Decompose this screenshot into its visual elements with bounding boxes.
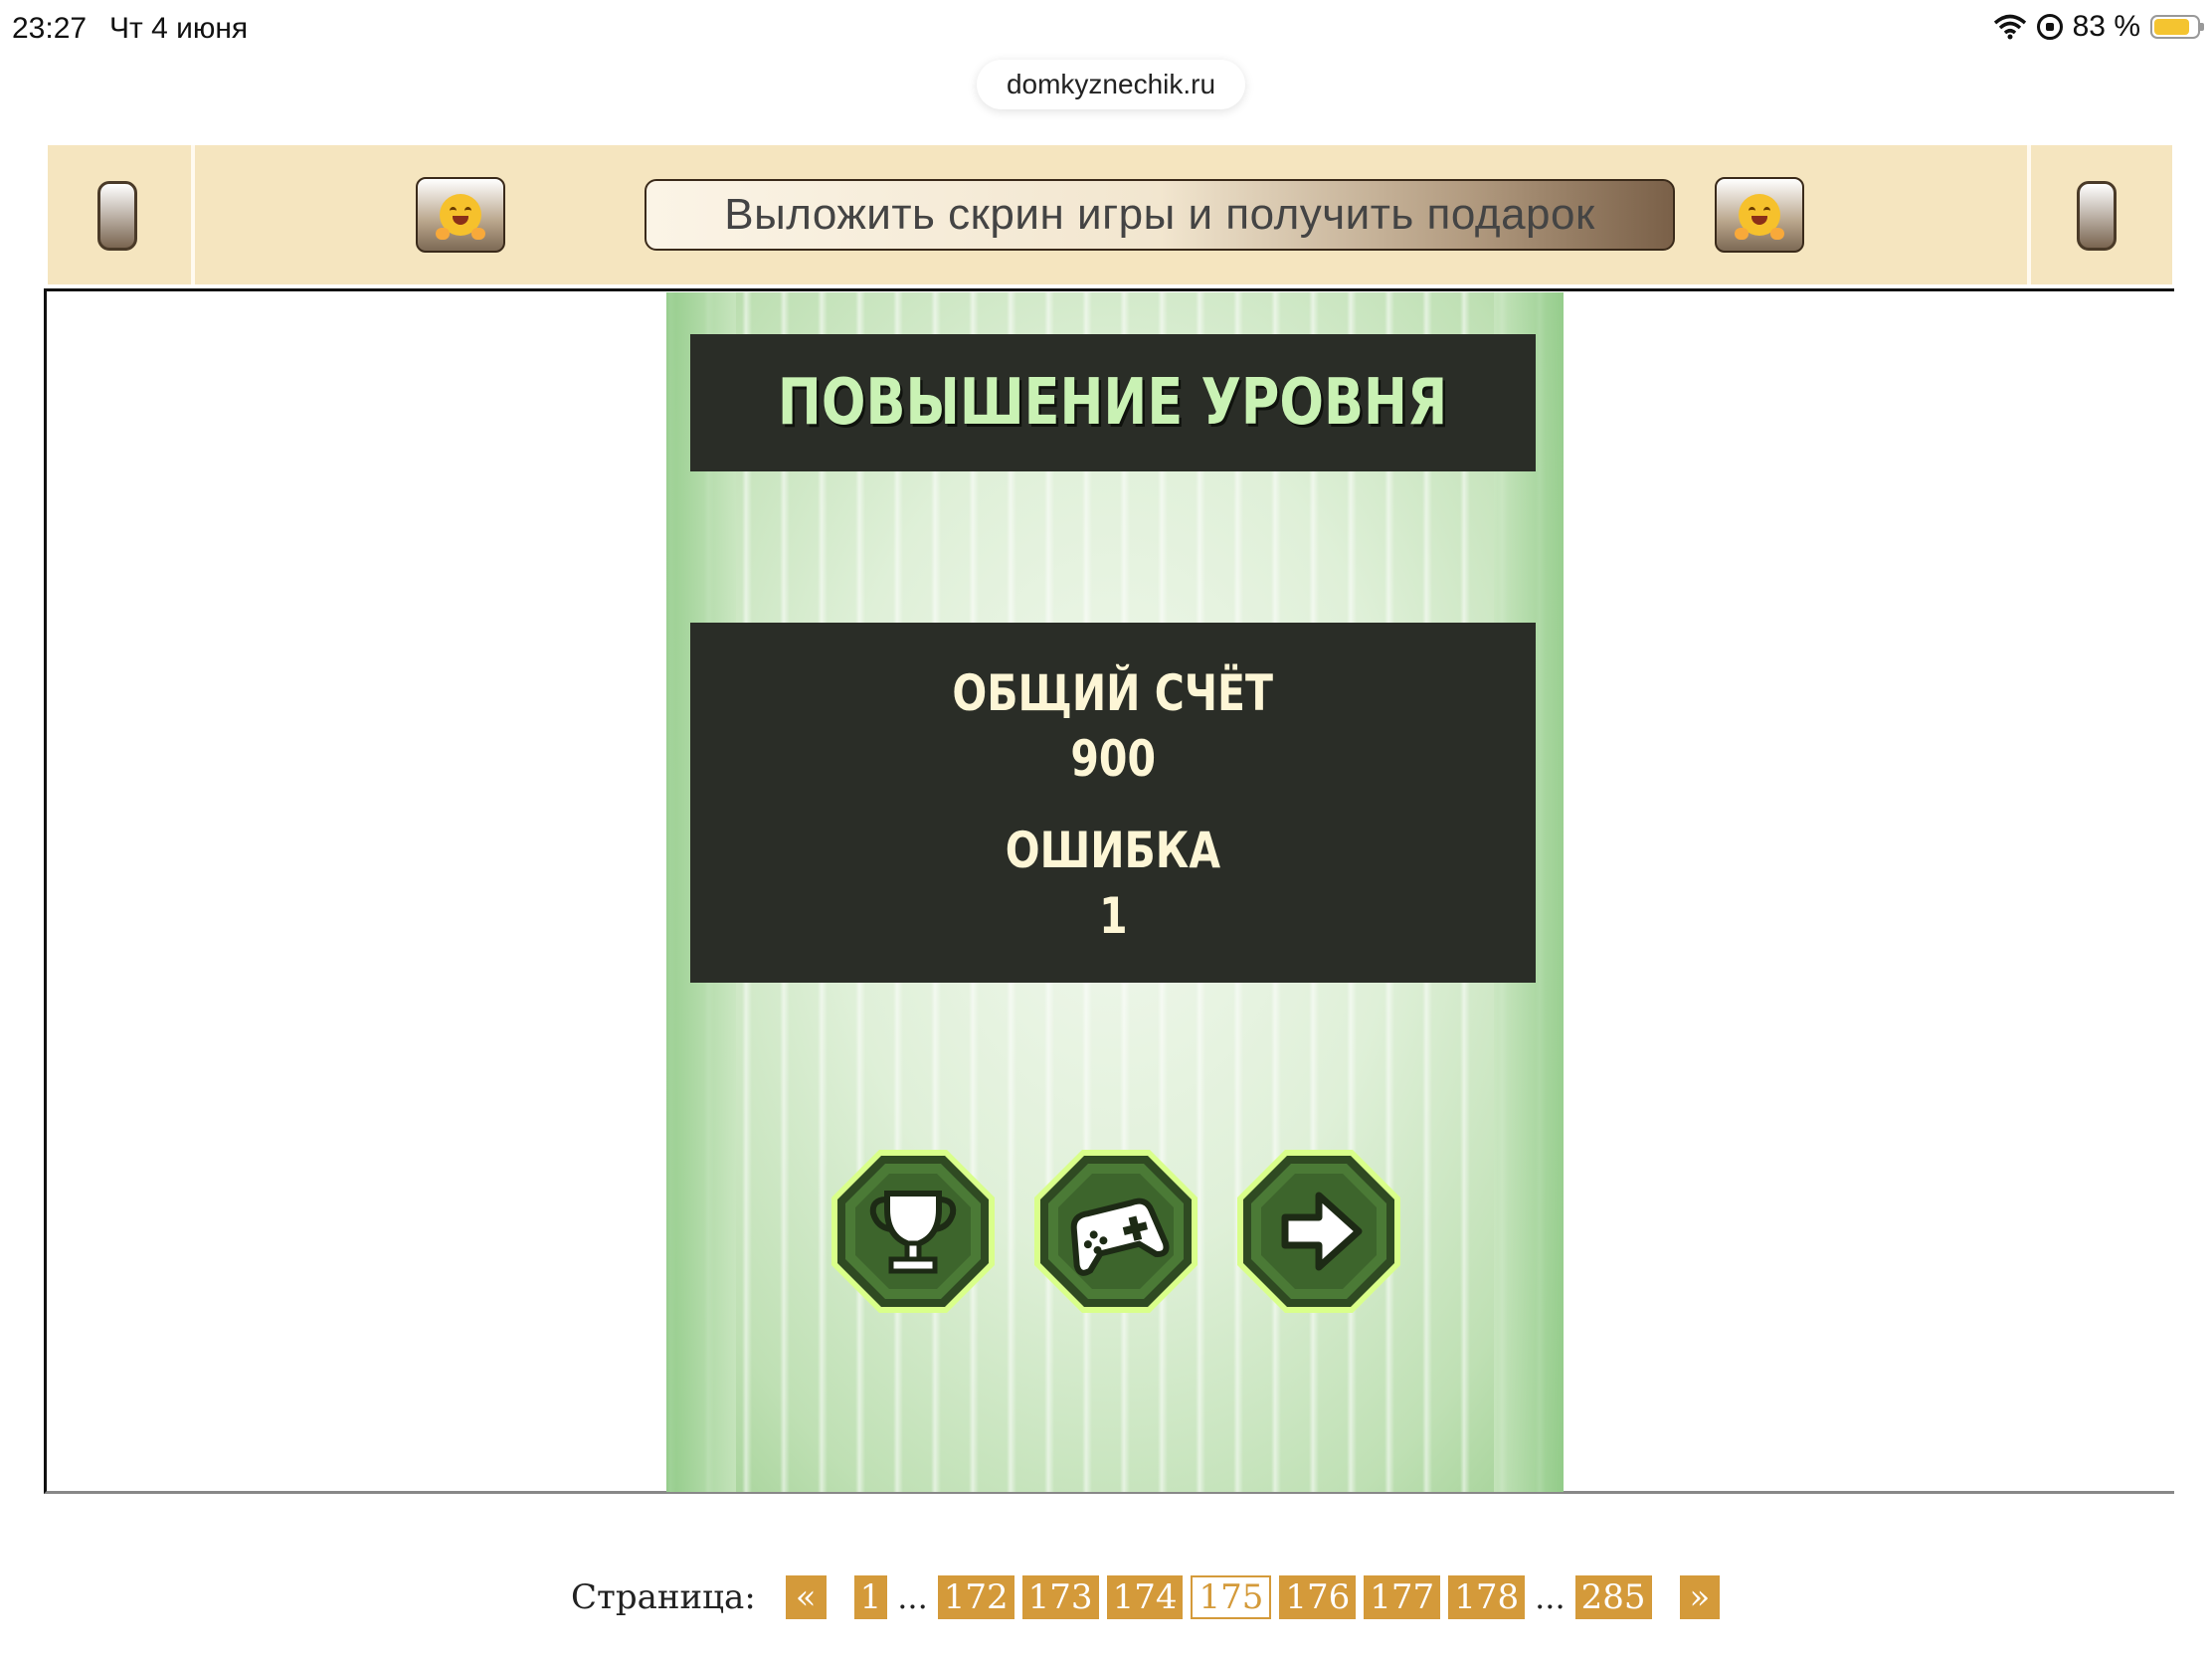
- banner-left-handle[interactable]: [97, 181, 137, 251]
- emoji-button-left[interactable]: [416, 177, 505, 253]
- banner-divider: [2027, 145, 2031, 284]
- pagination-page[interactable]: 177: [1364, 1575, 1441, 1619]
- hugging-face-icon: [436, 194, 485, 240]
- leaderboard-button[interactable]: [830, 1148, 997, 1315]
- games-button[interactable]: [1032, 1148, 1199, 1315]
- status-date: Чт 4 июня: [109, 12, 249, 45]
- status-time: 23:27: [12, 12, 88, 45]
- pagination: Страница: « 1 ... 172 173 174 175 176 17…: [571, 1575, 1721, 1619]
- score-panel: ОБЩИЙ СЧЁТ 900 ОШИБКА 1: [690, 623, 1536, 983]
- level-up-title: ПОВЫШЕНИЕ УРОВНЯ: [778, 366, 1448, 440]
- score-label: ОБЩИЙ СЧЁТ: [952, 664, 1274, 722]
- top-banner: Выложить скрин игры и получить подарок: [48, 145, 2172, 284]
- pagination-prev[interactable]: «: [785, 1575, 827, 1619]
- share-screenshot-button[interactable]: Выложить скрин игры и получить подарок: [645, 179, 1675, 251]
- wifi-icon: [1993, 14, 2027, 40]
- pagination-label: Страница:: [571, 1577, 756, 1617]
- pagination-page[interactable]: 173: [1021, 1575, 1099, 1619]
- pagination-page[interactable]: 178: [1448, 1575, 1526, 1619]
- battery-percent: 83 %: [2072, 10, 2140, 43]
- emoji-button-right[interactable]: [1715, 177, 1804, 253]
- battery-icon: [2150, 15, 2204, 39]
- pagination-page-first[interactable]: 1: [853, 1575, 888, 1619]
- banner-right-handle[interactable]: [2077, 181, 2117, 251]
- pagination-ellipsis: ...: [1535, 1578, 1566, 1616]
- next-level-button[interactable]: [1235, 1148, 1402, 1315]
- url-bar[interactable]: domkyznechik.ru: [977, 60, 1245, 109]
- pagination-next[interactable]: »: [1679, 1575, 1721, 1619]
- pagination-page-current: 175: [1191, 1575, 1272, 1619]
- pagination-page-last[interactable]: 285: [1574, 1575, 1652, 1619]
- level-up-banner: ПОВЫШЕНИЕ УРОВНЯ: [690, 334, 1536, 471]
- errors-value: 1: [1098, 887, 1128, 945]
- page: 23:27 Чт 4 июня 83 % domkyznechik.ru Выл…: [0, 0, 2212, 1659]
- pagination-ellipsis: ...: [897, 1578, 928, 1616]
- errors-label: ОШИБКА: [1005, 822, 1221, 879]
- pagination-page[interactable]: 172: [937, 1575, 1014, 1619]
- game-canvas[interactable]: ПОВЫШЕНИЕ УРОВНЯ ОБЩИЙ СЧЁТ 900 ОШИБКА 1: [666, 292, 1564, 1492]
- pagination-page[interactable]: 174: [1106, 1575, 1184, 1619]
- status-indicators: 83 %: [1993, 10, 2204, 44]
- banner-divider: [191, 145, 195, 284]
- score-value: 900: [1070, 730, 1156, 788]
- rotation-lock-icon: [2036, 14, 2063, 40]
- pagination-page[interactable]: 176: [1279, 1575, 1357, 1619]
- hugging-face-icon: [1735, 194, 1784, 240]
